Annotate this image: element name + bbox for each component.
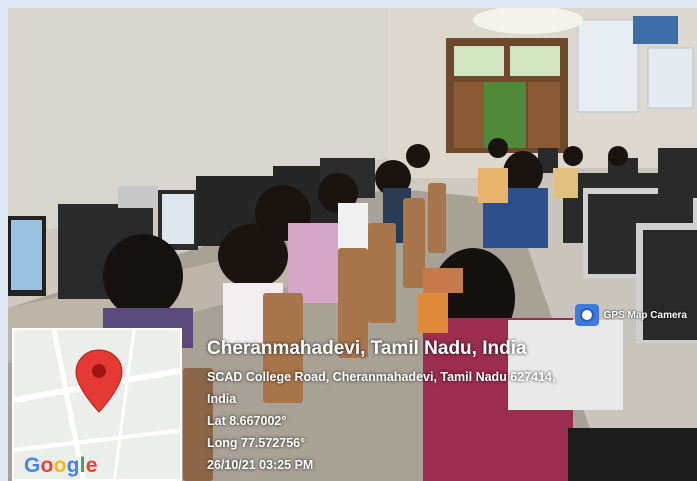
datetime-text: 26/10/21 03:25 PM [207, 458, 314, 472]
gps-camera-label: GPS Map Camera [603, 309, 687, 321]
latitude-text: Lat 8.667002° [207, 414, 287, 428]
location-info-panel: Cheranmahadevi, Tamil Nadu, India SCAD C… [207, 338, 556, 476]
student [103, 234, 183, 318]
gps-camera-badge: GPS Map Camera [574, 304, 687, 326]
location-title: Cheranmahadevi, Tamil Nadu, India [207, 338, 527, 359]
longitude-text: Long 77.572756° [207, 436, 306, 450]
poster [577, 19, 639, 113]
address-line-2: India [207, 392, 237, 406]
address-line-1: SCAD College Road, Cheranmahadevi, Tamil… [207, 370, 556, 384]
photo-frame: GPS Map Camera Google Cheranmahadevi, Ta… [0, 0, 697, 481]
map-thumbnail: Google [12, 328, 182, 481]
google-logo: Google [24, 454, 98, 477]
camera-icon [574, 304, 599, 326]
